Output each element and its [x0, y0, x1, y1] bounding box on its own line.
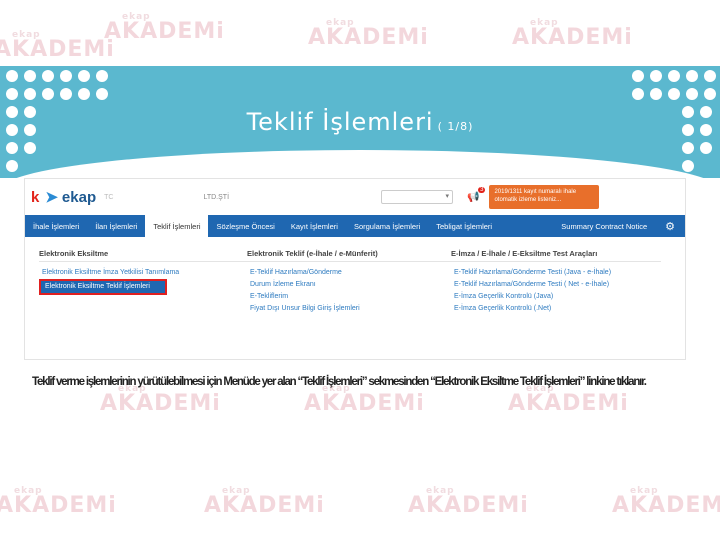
watermark-logo: ekapAKADEMi	[204, 486, 325, 518]
menu-item-imza-yetkilisi[interactable]: Elektronik Eksiltme İmza Yetkilisi Tanım…	[39, 267, 247, 279]
slide-title-text: Teklif İşlemleri	[246, 108, 434, 136]
slide-title: Teklif İşlemleri( 1/8)	[0, 108, 720, 136]
nav-tebligat-islemleri[interactable]: Tebligat İşlemleri	[428, 215, 500, 237]
menu-item-test-java[interactable]: E-Teklif Hazırlama/Gönderme Testi (Java …	[451, 267, 661, 279]
gear-icon[interactable]: ⚙	[655, 215, 685, 237]
nav-sorgulama-islemleri[interactable]: Sorgulama İşlemleri	[346, 215, 428, 237]
watermark-logo: ekapAKADEMi	[0, 30, 115, 62]
notification-popup[interactable]: 2019/1311 kayıt numaralı ihale otomatik …	[489, 185, 600, 209]
company-dropdown[interactable]: ▾	[381, 190, 454, 204]
nav-ilan-islemleri[interactable]: İlan İşlemleri	[87, 215, 145, 237]
nav-ihale-islemleri[interactable]: İhale İşlemleri	[25, 215, 87, 237]
menu-item-durum-izleme[interactable]: Durum İzleme Ekranı	[247, 279, 451, 291]
menu-column-header: E-İmza / E-İhale / E-Eksiltme Test Araçl…	[451, 249, 661, 262]
nav-kayit-islemleri[interactable]: Kayıt İşlemleri	[283, 215, 346, 237]
menu-column-test-araclari: E-İmza / E-İhale / E-Eksiltme Test Araçl…	[451, 249, 661, 315]
logo-text: ekap	[61, 188, 97, 206]
menu-column-header: Elektronik Teklif (e-İhale / e-Münferit)	[247, 249, 451, 262]
menu-column-elektronik-teklif: Elektronik Teklif (e-İhale / e-Münferit)…	[247, 249, 451, 315]
menu-item-etekliflerim[interactable]: E-Tekliflerim	[247, 291, 451, 303]
nav-teklif-islemleri[interactable]: Teklif İşlemleri	[145, 215, 209, 237]
slide-subtitle: E-Eksiltme	[336, 150, 384, 162]
watermark-logo: ekapAKADEMi	[308, 18, 429, 50]
menu-item-eteklif-hazirlama[interactable]: E-Teklif Hazırlama/Gönderme	[247, 267, 451, 279]
watermark-logo: ekapAKADEMi	[408, 486, 529, 518]
menu-column-elektronik-eksiltme: Elektronik Eksiltme Elektronik Eksiltme …	[39, 249, 247, 315]
menu-item-imza-net[interactable]: E-İmza Geçerlik Kontrolü (.Net)	[451, 303, 661, 315]
company-name: LTD.ŞTİ	[203, 193, 230, 201]
logo-k: k	[31, 188, 40, 206]
tc-label: TC	[104, 193, 114, 201]
menu-column-header: Elektronik Eksiltme	[39, 249, 247, 262]
watermark-logo: ekapAKADEMi	[612, 486, 720, 518]
ekap-logo[interactable]: k ➤ ekap	[31, 188, 97, 207]
app-topbar: k ➤ ekap TC LTD.ŞTİ ▾ 📢 3 2019/1311 kayıt…	[25, 179, 685, 215]
main-nav: İhale İşlemleri İlan İşlemleri Teklif İş…	[25, 215, 685, 237]
nav-summary-contract-notice[interactable]: Summary Contract Notice	[553, 215, 655, 237]
menu-item-test-net[interactable]: E-Teklif Hazırlama/Gönderme Testi ( Net …	[451, 279, 661, 291]
chevron-down-icon: ▾	[445, 193, 450, 200]
notification-badge: 3	[478, 186, 486, 193]
menu-item-fiyat-disi-unsur[interactable]: Fiyat Dışı Unsur Bilgi Giriş İşlemleri	[247, 303, 451, 315]
ekap-screenshot: k ➤ ekap TC LTD.ŞTİ ▾ 📢 3 2019/1311 kayıt…	[24, 178, 686, 360]
watermark-logo: ekapAKADEMi	[512, 18, 633, 50]
watermark-logo: ekapAKADEMi	[104, 12, 225, 44]
menu-item-eksiltme-teklif-islemleri[interactable]: Elektronik Eksiltme Teklif İşlemleri	[39, 279, 167, 295]
teklif-dropdown-menu: Elektronik Eksiltme Elektronik Eksiltme …	[25, 237, 685, 315]
decor-dots-right	[632, 70, 716, 100]
slide-caption: Teklif verme işlemlerinin yürütülebilmes…	[32, 376, 647, 388]
megaphone-icon[interactable]: 📢 3	[467, 186, 486, 203]
bird-icon: ➤	[45, 189, 58, 206]
page-indicator: ( 1/8)	[437, 120, 474, 133]
watermark-logo: ekapAKADEMi	[0, 486, 117, 518]
nav-sozlesme-oncesi[interactable]: Sözleşme Öncesi	[208, 215, 282, 237]
decor-dots-left	[6, 70, 108, 100]
menu-item-imza-java[interactable]: E-İmza Geçerlik Kontrolü (Java)	[451, 291, 661, 303]
